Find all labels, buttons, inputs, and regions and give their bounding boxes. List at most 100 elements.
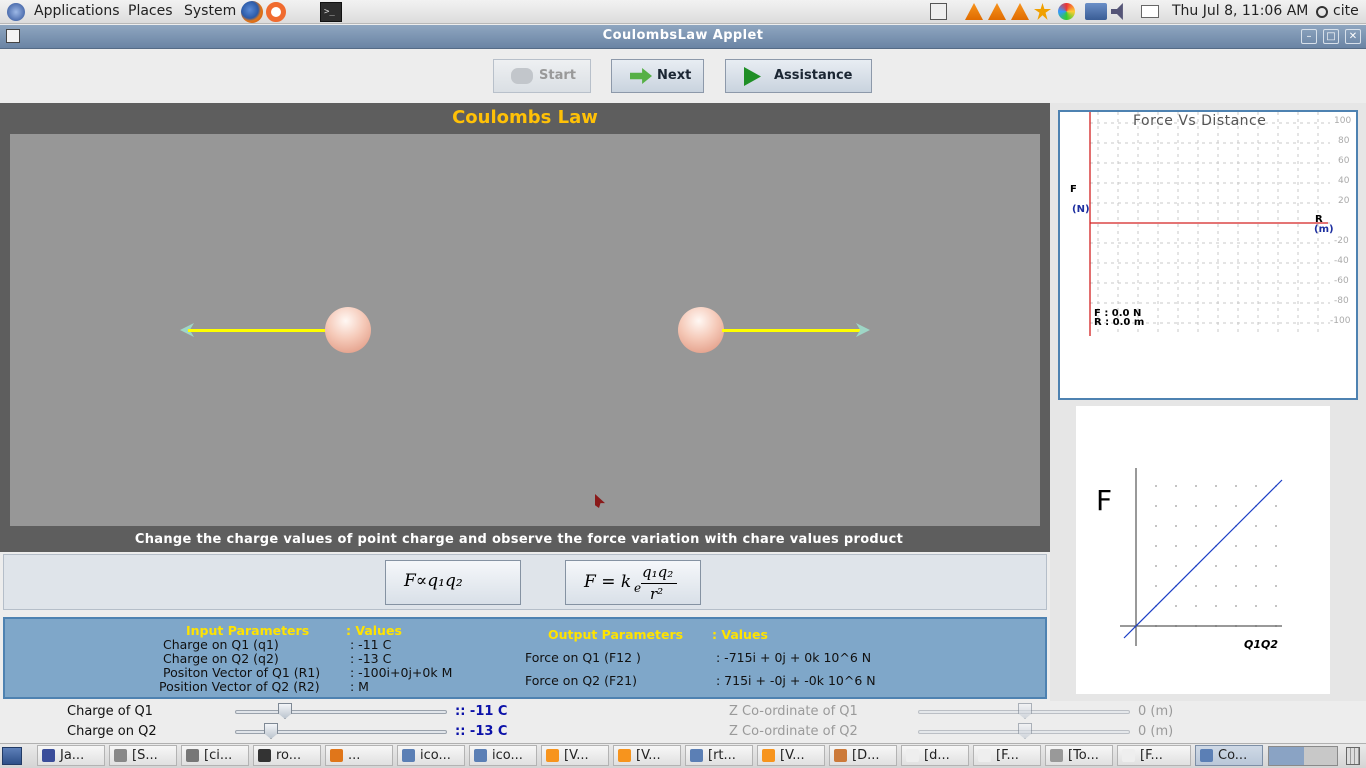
grid-dot <box>1155 585 1157 587</box>
grid-dot <box>1235 505 1237 507</box>
y-tick-40: 40 <box>1338 176 1350 186</box>
taskbar-item[interactable]: [S... <box>109 745 177 766</box>
q2-slider-label: Charge on Q2 <box>67 724 157 739</box>
taskbar-item[interactable]: ... <box>325 745 393 766</box>
window-titlebar[interactable]: CoulombsLaw Applet – □ ✕ <box>0 25 1366 49</box>
taskbar-app-icon <box>258 749 271 762</box>
taskbar-item-label: [F... <box>996 748 1019 763</box>
mail-icon[interactable] <box>1141 5 1159 18</box>
firefox-launcher-icon[interactable] <box>241 1 263 23</box>
taskbar-item[interactable]: [F... <box>973 745 1041 766</box>
workspace-1[interactable] <box>1269 747 1304 765</box>
assistance-button[interactable]: Assistance <box>725 59 872 93</box>
maximize-button[interactable]: □ <box>1323 29 1339 44</box>
proportional-formula-button[interactable]: F∝q₁q₂ <box>385 560 521 605</box>
user-name[interactable]: cite <box>1333 0 1359 24</box>
grid-dot <box>1255 545 1257 547</box>
grid-dot <box>1235 565 1237 567</box>
grid-dot <box>1255 605 1257 607</box>
clock[interactable]: Thu Jul 8, 11:06 AM <box>1172 0 1308 24</box>
output-value-f21: : 715i + -0j + -0k 10^6 N <box>716 673 876 688</box>
grid-dot <box>1235 605 1237 607</box>
input-value-r2: : M <box>350 679 369 694</box>
arrow-shaft <box>722 329 862 332</box>
power-icon[interactable] <box>1316 6 1328 18</box>
taskbar-item-label: [rt... <box>708 748 736 763</box>
alert-tray-icon[interactable] <box>1034 3 1051 20</box>
coulomb-formula-denominator: r² <box>650 585 664 603</box>
close-button[interactable]: ✕ <box>1345 29 1361 44</box>
taskbar-item[interactable]: [V... <box>613 745 681 766</box>
minimize-button[interactable]: – <box>1301 29 1317 44</box>
grid-dot <box>1195 605 1197 607</box>
grid-dot <box>1235 485 1237 487</box>
taskbar-item-label: ro... <box>276 748 302 763</box>
terminal-launcher-icon[interactable]: >_ <box>320 2 342 22</box>
taskbar-item-label: [To... <box>1068 748 1099 763</box>
taskbar-item[interactable]: Ja... <box>37 745 105 766</box>
grid-dot <box>1275 585 1277 587</box>
vlc-tray-icon[interactable] <box>988 3 1006 20</box>
input-label-q1: Charge on Q1 (q1) <box>163 637 279 652</box>
taskbar-item[interactable]: [V... <box>541 745 609 766</box>
taskbar-app-icon <box>690 749 703 762</box>
workspace-switcher[interactable] <box>1268 746 1338 766</box>
q1-slider-label: Charge of Q1 <box>67 704 153 719</box>
taskbar-item[interactable]: ico... <box>469 745 537 766</box>
taskbar-item[interactable]: [ci... <box>181 745 249 766</box>
taskbar-item[interactable]: ico... <box>397 745 465 766</box>
taskbar-item[interactable]: [rt... <box>685 745 753 766</box>
grid-dot <box>1155 485 1157 487</box>
arrow-right-icon <box>630 68 652 84</box>
taskbar-item-label: [V... <box>564 748 589 763</box>
z1-slider-value: 0 (m) <box>1138 704 1174 719</box>
instruction-text: Change the charge values of point charge… <box>134 532 904 547</box>
grid-dot <box>1175 605 1177 607</box>
taskbar-item[interactable]: Co... <box>1195 745 1263 766</box>
window-title: CoulombsLaw Applet <box>602 28 764 43</box>
taskbar-app-icon <box>978 749 991 762</box>
show-desktop-icon[interactable] <box>2 747 22 765</box>
menu-places[interactable]: Places <box>128 0 173 24</box>
grid-dot <box>1155 505 1157 507</box>
menu-system[interactable]: System <box>184 0 236 24</box>
coulomb-formula-button[interactable]: F = k e q₁q₂ r² <box>565 560 701 605</box>
taskbar-app-icon <box>1200 749 1213 762</box>
charge-q1[interactable] <box>325 307 371 353</box>
java-tray-icon[interactable] <box>930 3 947 20</box>
start-button[interactable]: Start <box>493 59 591 93</box>
taskbar-item-label: [S... <box>132 748 158 763</box>
gnome-foot-icon[interactable] <box>7 3 25 21</box>
taskbar-item[interactable]: ro... <box>253 745 321 766</box>
charge-q2[interactable] <box>678 307 724 353</box>
taskbar-item-label: ... <box>348 748 361 763</box>
graph1-y-unit: (N) <box>1072 204 1090 215</box>
taskbar-item[interactable]: [F... <box>1117 745 1191 766</box>
taskbar-item[interactable]: [To... <box>1045 745 1113 766</box>
vlc-tray-icon[interactable] <box>965 3 983 20</box>
taskbar-item[interactable]: [D... <box>829 745 897 766</box>
grid-dot <box>1215 605 1217 607</box>
output-label-f12: Force on Q1 (F12 ) <box>525 650 641 665</box>
force-charge-product-graph: F Q1Q2 <box>1058 404 1358 694</box>
next-button[interactable]: Next <box>611 59 704 93</box>
taskbar-item[interactable]: [d... <box>901 745 969 766</box>
formula-panel <box>3 554 1047 610</box>
y-tick-neg40: -40 <box>1334 256 1349 266</box>
menu-applications[interactable]: Applications <box>34 0 120 24</box>
gamepad-icon <box>511 68 533 84</box>
taskbar-item-label: [V... <box>780 748 805 763</box>
network-tray-icon[interactable] <box>1085 3 1107 20</box>
grid-dot <box>1275 545 1277 547</box>
help-lifebuoy-icon[interactable] <box>266 2 286 22</box>
grid-dot <box>1195 505 1197 507</box>
update-tray-icon[interactable] <box>1058 3 1075 20</box>
simulation-canvas[interactable] <box>10 134 1040 526</box>
taskbar-item[interactable]: [V... <box>757 745 825 766</box>
vlc-tray-icon[interactable] <box>1011 3 1029 20</box>
q1-slider-track[interactable] <box>235 710 447 714</box>
trash-icon[interactable] <box>1346 747 1360 765</box>
taskbar-item-label: Co... <box>1218 748 1248 763</box>
taskbar-app-icon <box>474 749 487 762</box>
volume-icon[interactable] <box>1111 3 1123 20</box>
